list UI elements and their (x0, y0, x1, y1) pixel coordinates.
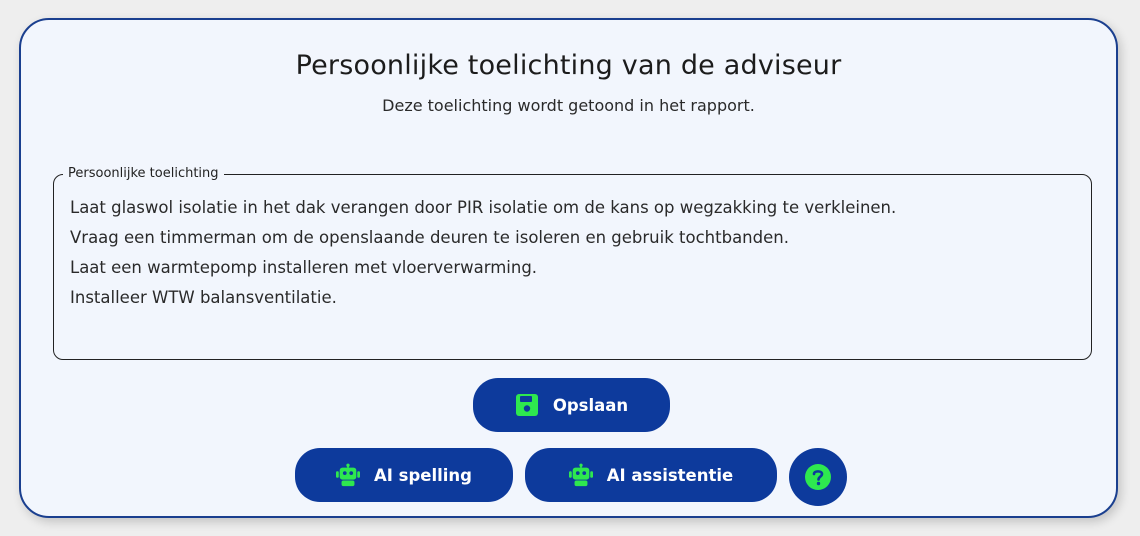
note-field-label: Persoonlijke toelichting (63, 166, 224, 182)
page-subtitle: Deze toelichting wordt getoond in het ra… (382, 96, 755, 115)
ai-assist-label: AI assistentie (606, 465, 734, 485)
save-button[interactable]: Opslaan (473, 378, 670, 432)
note-fieldset: Persoonlijke toelichting Laat glaswol is… (53, 166, 1092, 360)
robot-icon (335, 463, 360, 487)
floppy-disk-icon (515, 393, 539, 417)
robot-icon (568, 463, 593, 487)
save-button-label: Opslaan (552, 395, 629, 415)
note-textarea[interactable]: Laat glaswol isolatie in het dak verange… (70, 193, 1075, 353)
advisor-note-panel: Persoonlijke toelichting van de adviseur… (19, 18, 1118, 518)
help-button[interactable] (789, 448, 847, 506)
question-circle-icon (804, 463, 832, 491)
ai-spelling-button[interactable]: AI spelling (295, 448, 513, 502)
ai-spelling-label: AI spelling (373, 465, 472, 485)
page-title: Persoonlijke toelichting van de adviseur (295, 50, 842, 81)
ai-assist-button[interactable]: AI assistentie (525, 448, 777, 502)
